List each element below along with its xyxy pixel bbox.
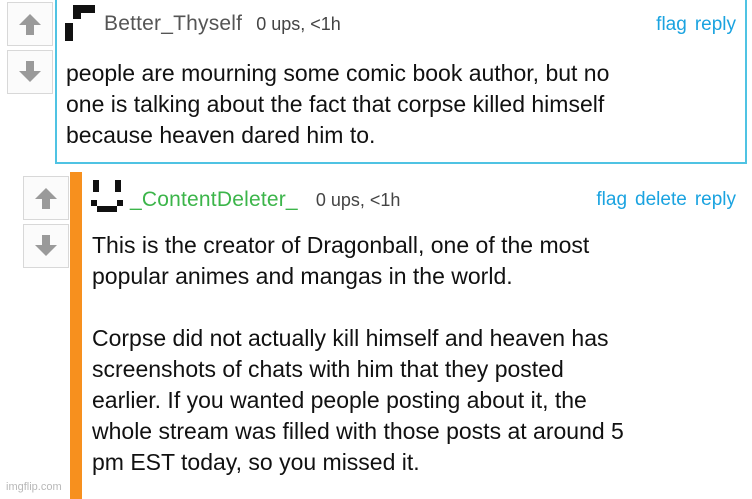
comment-2: _ContentDeleter_ 0 ups, <1h flag delete … <box>70 172 752 499</box>
comment-line: one is talking about the fact that corps… <box>66 91 605 117</box>
comment-line <box>92 292 624 323</box>
delete-link[interactable]: delete <box>635 189 687 211</box>
arrow-up-icon <box>19 14 41 35</box>
comment-body: This is the creator of Dragonball, one o… <box>92 230 624 478</box>
comment-line: whole stream was filled with those posts… <box>92 418 624 444</box>
comment-actions: flag reply <box>656 14 736 36</box>
username[interactable]: Better_Thyself <box>104 12 242 36</box>
arrow-up-icon <box>35 188 57 209</box>
comment-line: screenshots of chats with him that they … <box>92 356 564 382</box>
flag-link[interactable]: flag <box>656 14 687 36</box>
upvote-button-2[interactable] <box>23 176 69 220</box>
downvote-button-1[interactable] <box>7 50 53 94</box>
comment-line: pm EST today, so you missed it. <box>92 449 420 475</box>
arrow-down-icon <box>19 61 41 82</box>
comment-line: Corpse did not actually kill himself and… <box>92 325 609 351</box>
watermark: imgflip.com <box>6 481 62 493</box>
comment-header: _ContentDeleter_ 0 ups, <1h <box>130 188 400 212</box>
comment-header: Better_Thyself 0 ups, <1h <box>104 12 341 36</box>
comment-line: people are mourning some comic book auth… <box>66 60 610 86</box>
comment-line: popular animes and mangas in the world. <box>92 263 513 289</box>
flag-link[interactable]: flag <box>596 189 627 211</box>
comment-line: earlier. If you wanted people posting ab… <box>92 387 587 413</box>
comment-line: because heaven dared him to. <box>66 122 376 148</box>
comment-meta: 0 ups, <1h <box>315 189 401 210</box>
downvote-button-2[interactable] <box>23 224 69 268</box>
comment-body: people are mourning some comic book auth… <box>66 58 609 151</box>
avatar <box>65 5 95 41</box>
reply-link[interactable]: reply <box>695 14 736 36</box>
upvote-button-1[interactable] <box>7 2 53 46</box>
comment-meta: 0 ups, <1h <box>256 13 341 34</box>
comment-line: This is the creator of Dragonball, one o… <box>92 232 590 258</box>
username[interactable]: _ContentDeleter_ <box>130 188 298 212</box>
comment-actions: flag delete reply <box>596 189 736 211</box>
avatar <box>91 180 123 212</box>
arrow-down-icon <box>35 235 57 256</box>
reply-link[interactable]: reply <box>695 189 736 211</box>
comment-1: Better_Thyself 0 ups, <1h flag reply peo… <box>55 0 747 164</box>
